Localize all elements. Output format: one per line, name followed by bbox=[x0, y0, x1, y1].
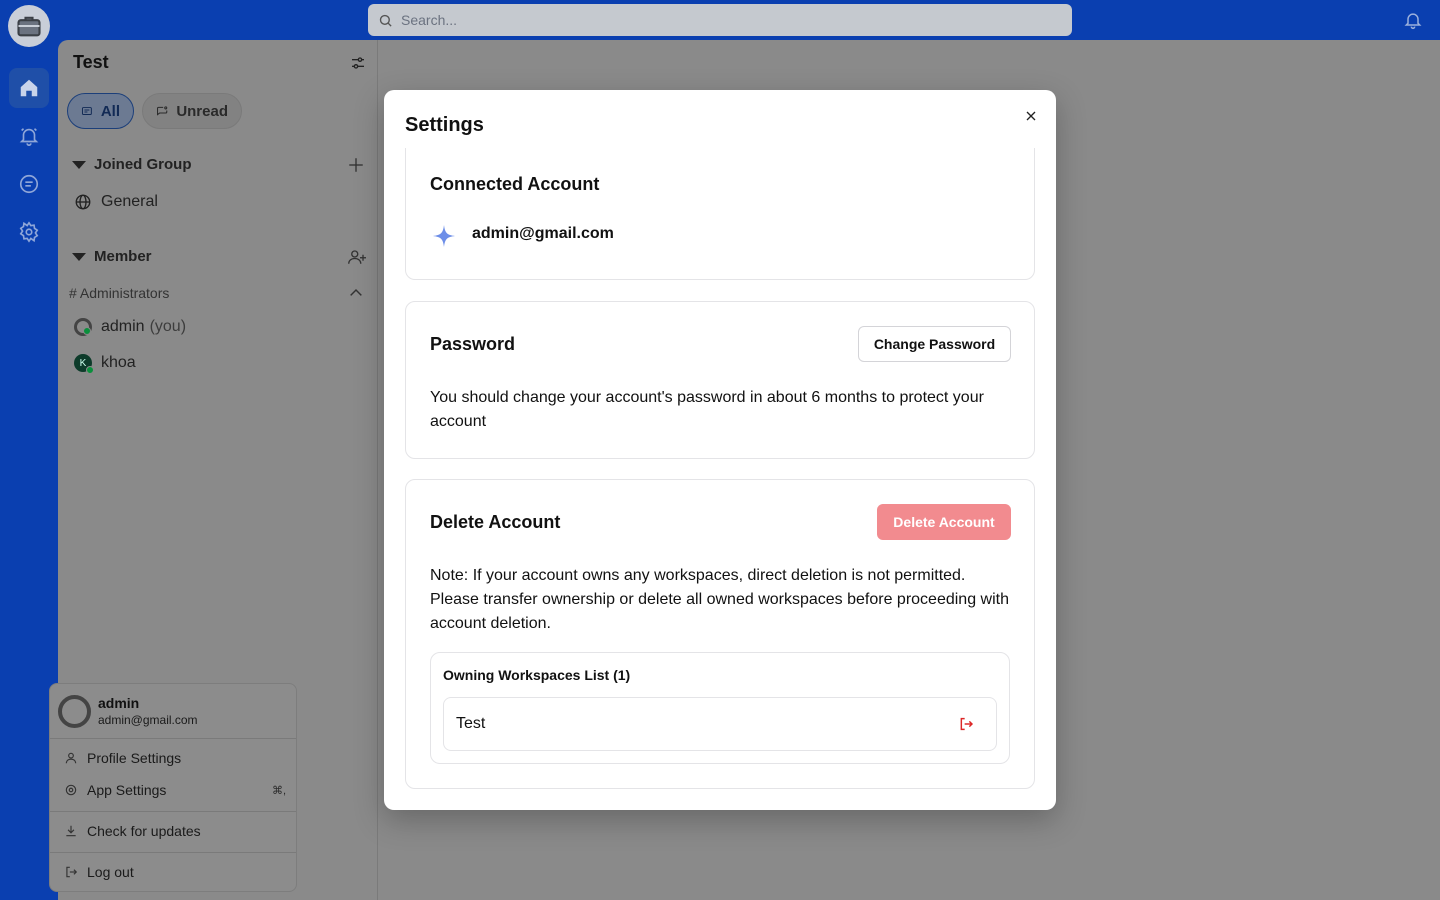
user-menu-header: admin admin@gmail.com bbox=[50, 684, 296, 739]
password-title: Password bbox=[430, 334, 516, 354]
close-icon bbox=[1026, 111, 1036, 121]
khoa-avatar: K bbox=[74, 354, 94, 374]
administrators-group-label: # Administrators bbox=[69, 285, 170, 301]
menu-divider bbox=[50, 852, 296, 853]
delete-account-button[interactable]: Delete Account bbox=[877, 504, 1011, 540]
filter-unread-button[interactable]: Unread bbox=[142, 93, 242, 129]
nav-notifications-button[interactable] bbox=[9, 116, 49, 156]
connected-account-email: admin@gmail.com bbox=[472, 225, 614, 242]
connected-account-card: Connected Account admin@gmail.com bbox=[405, 148, 1035, 280]
delete-account-card: Delete Account Delete Account Note: If y… bbox=[405, 479, 1035, 789]
message-icon bbox=[19, 174, 39, 194]
change-password-button[interactable]: Change Password bbox=[858, 326, 1011, 362]
member-khoa-name: khoa bbox=[101, 354, 136, 371]
khoa-avatar-initial: K bbox=[79, 357, 87, 369]
filter-all-label: All bbox=[100, 102, 120, 120]
settings-modal: Settings Connected Account admin@gmail.c… bbox=[384, 90, 1056, 810]
nav-messages-button[interactable] bbox=[9, 164, 49, 204]
close-button[interactable] bbox=[1022, 107, 1040, 125]
nav-settings-button[interactable] bbox=[9, 212, 49, 252]
search-input[interactable]: Search... bbox=[368, 4, 1072, 36]
search-icon bbox=[379, 14, 392, 27]
channel-general[interactable]: General bbox=[74, 193, 158, 211]
search-placeholder: Search... bbox=[401, 12, 458, 28]
caret-down-icon bbox=[72, 252, 86, 261]
home-icon bbox=[20, 79, 38, 97]
gear-icon bbox=[19, 221, 39, 243]
chat-icon bbox=[81, 106, 92, 115]
sliders-icon[interactable] bbox=[350, 55, 366, 71]
workspace-title: Test bbox=[73, 52, 109, 72]
delete-account-note: Note: If your account owns any workspace… bbox=[430, 567, 1009, 632]
online-status-dot bbox=[83, 327, 91, 335]
chevron-up-icon[interactable] bbox=[348, 286, 364, 298]
leave-workspace-button[interactable] bbox=[956, 714, 976, 734]
member-header[interactable]: Member bbox=[72, 248, 152, 265]
owning-workspaces-title: Owning Workspaces List (1) bbox=[443, 667, 631, 683]
profile-settings-label: Profile Settings bbox=[87, 750, 182, 766]
app-settings-item[interactable]: App Settings ⌘, bbox=[64, 782, 286, 798]
nav-home-button[interactable] bbox=[9, 68, 49, 108]
owning-workspaces-list: Owning Workspaces List (1) Test bbox=[430, 652, 1010, 764]
plus-icon[interactable] bbox=[347, 156, 365, 174]
app-logo[interactable] bbox=[8, 5, 50, 47]
briefcase-icon bbox=[17, 16, 41, 37]
owning-workspace-name: Test bbox=[456, 715, 486, 732]
download-icon bbox=[66, 825, 76, 837]
online-status-dot bbox=[86, 366, 94, 374]
globe-icon bbox=[75, 194, 91, 210]
add-user-icon[interactable] bbox=[347, 248, 367, 266]
list-item: Test bbox=[443, 697, 997, 751]
member-admin[interactable]: admin (you) bbox=[74, 318, 186, 336]
password-description: You should change your account's passwor… bbox=[430, 389, 984, 430]
bell-icon bbox=[19, 128, 39, 146]
top-bar: Search... bbox=[0, 0, 1440, 40]
profile-settings-item[interactable]: Profile Settings bbox=[64, 750, 286, 766]
logout-icon bbox=[66, 866, 78, 878]
joined-group-header[interactable]: Joined Group bbox=[72, 156, 192, 173]
delete-account-title: Delete Account bbox=[430, 512, 561, 532]
unread-chat-icon bbox=[157, 105, 168, 116]
user-menu-name: admin bbox=[98, 695, 140, 711]
sparkle-icon bbox=[433, 225, 455, 247]
gear-icon bbox=[65, 784, 77, 796]
connected-account-title: Connected Account bbox=[430, 174, 600, 194]
joined-group-label: Joined Group bbox=[94, 156, 192, 173]
check-updates-label: Check for updates bbox=[87, 823, 201, 839]
check-updates-item[interactable]: Check for updates bbox=[64, 823, 286, 839]
member-khoa[interactable]: K khoa bbox=[74, 354, 136, 374]
user-menu-email: admin@gmail.com bbox=[98, 713, 198, 727]
filter-unread-label: Unread bbox=[176, 102, 228, 120]
member-admin-suffix: (you) bbox=[149, 318, 187, 335]
caret-down-icon bbox=[72, 160, 86, 169]
member-label: Member bbox=[94, 248, 152, 265]
user-menu-avatar bbox=[58, 695, 91, 728]
app-settings-shortcut: ⌘, bbox=[271, 784, 286, 797]
user-icon bbox=[65, 752, 77, 764]
member-admin-name: admin bbox=[101, 318, 145, 335]
user-menu-dropdown: admin admin@gmail.com Profile Settings A… bbox=[49, 683, 297, 892]
channel-general-label: General bbox=[101, 193, 158, 210]
filter-all-button[interactable]: All bbox=[67, 93, 134, 129]
admin-avatar bbox=[74, 318, 92, 336]
notification-bell-icon[interactable] bbox=[1403, 10, 1423, 30]
logout-item[interactable]: Log out bbox=[64, 864, 286, 880]
logout-label: Log out bbox=[87, 864, 134, 880]
app-settings-label: App Settings bbox=[87, 782, 167, 798]
menu-divider bbox=[50, 811, 296, 812]
password-card: Password Change Password You should chan… bbox=[405, 301, 1035, 459]
leave-icon bbox=[960, 717, 974, 731]
modal-title: Settings bbox=[405, 114, 484, 136]
